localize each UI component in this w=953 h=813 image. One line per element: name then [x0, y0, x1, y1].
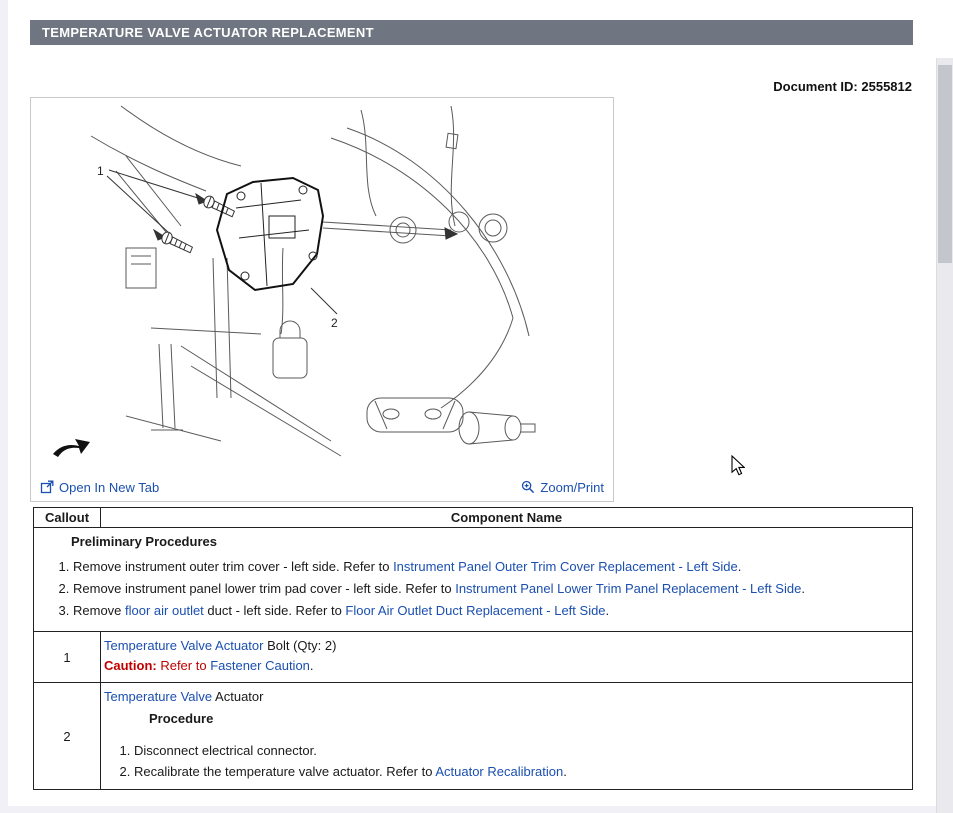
procedure-step-1: Disconnect electrical connector. [134, 741, 906, 760]
preliminary-step-2: Remove instrument panel lower trim pad c… [73, 579, 906, 599]
zoom-print-label: Zoom/Print [540, 480, 604, 495]
ref-link-temperature-valve[interactable]: Temperature Valve [104, 689, 212, 704]
mouse-cursor [731, 455, 745, 476]
ref-link-outer-trim-cover[interactable]: Instrument Panel Outer Trim Cover Replac… [393, 559, 738, 574]
step-text: Remove instrument outer trim cover - lef… [73, 559, 393, 574]
component-cell-1: Temperature Valve Actuator Bolt (Qty: 2)… [101, 632, 913, 683]
step-text: Recalibrate the temperature valve actuat… [134, 764, 435, 779]
preliminary-row: Preliminary Procedures Remove instrument… [34, 528, 913, 632]
scrollbar-thumb[interactable] [938, 65, 952, 263]
figure-line-art: 1 2 [31, 98, 613, 471]
preliminary-cell: Preliminary Procedures Remove instrument… [34, 528, 913, 632]
preliminary-steps: Remove instrument outer trim cover - lef… [37, 557, 906, 621]
ref-link-floor-air-outlet[interactable]: floor air outlet [125, 603, 204, 618]
figure-panel: 1 2 Open In New Tab Zoom/Print [30, 97, 614, 502]
component-cell-2: Temperature Valve Actuator Procedure Dis… [101, 683, 913, 790]
figure-callout-1: 1 [97, 164, 104, 178]
open-in-new-tab-link[interactable]: Open In New Tab [40, 480, 159, 495]
vertical-scrollbar[interactable] [936, 58, 953, 813]
ref-link-actuator-recalibration[interactable]: Actuator Recalibration [435, 764, 563, 779]
callout-number: 1 [34, 632, 101, 683]
callout-column-header: Callout [34, 508, 101, 528]
caution-line: Caution: Refer to Fastener Caution. [104, 656, 906, 676]
step-text: . [563, 764, 567, 779]
step-text: Remove instrument panel lower trim pad c… [73, 581, 455, 596]
component-row-1: 1 Temperature Valve Actuator Bolt (Qty: … [34, 632, 913, 683]
caution-period: . [310, 658, 314, 673]
step-text: . [738, 559, 742, 574]
zoom-print-link[interactable]: Zoom/Print [521, 480, 604, 495]
component-text: Bolt (Qty: 2) [263, 638, 336, 653]
figure-toolbar: Open In New Tab Zoom/Print [31, 477, 613, 497]
procedure-steps: Disconnect electrical connector. Recalib… [104, 741, 906, 781]
component-row-2: 2 Temperature Valve Actuator Procedure D… [34, 683, 913, 790]
step-text: . [801, 581, 805, 596]
page-title: TEMPERATURE VALVE ACTUATOR REPLACEMENT [30, 20, 913, 45]
callout-number: 2 [34, 683, 101, 790]
window-bottom-edge [0, 806, 936, 813]
ref-link-floor-air-outlet-duct[interactable]: Floor Air Outlet Duct Replacement - Left… [345, 603, 605, 618]
technical-illustration: 1 2 [31, 98, 613, 471]
open-in-new-tab-icon [40, 480, 54, 494]
figure-callout-2: 2 [331, 316, 338, 330]
table-header-row: Callout Component Name [34, 508, 913, 528]
zoom-icon [521, 480, 535, 494]
figure-corner-glyph [53, 439, 90, 457]
step-text: Remove [73, 603, 125, 618]
procedure-step-2: Recalibrate the temperature valve actuat… [134, 762, 906, 781]
preliminary-step-1: Remove instrument outer trim cover - lef… [73, 557, 906, 577]
procedure-title: Procedure [149, 709, 906, 729]
component-text: Actuator [212, 689, 263, 704]
preliminary-step-3: Remove floor air outlet duct - left side… [73, 601, 906, 621]
component-table: Callout Component Name Preliminary Proce… [33, 507, 913, 790]
document-id: Document ID: 2555812 [773, 79, 912, 94]
step-text: duct - left side. Refer to [204, 603, 346, 618]
caution-label: Caution: [104, 658, 157, 673]
ref-link-fastener-caution[interactable]: Fastener Caution [210, 658, 310, 673]
window-left-edge [0, 0, 8, 813]
ref-link-lower-trim-panel[interactable]: Instrument Panel Lower Trim Panel Replac… [455, 581, 801, 596]
ref-link-temperature-valve-actuator-bolt[interactable]: Temperature Valve Actuator [104, 638, 263, 653]
step-text: . [606, 603, 610, 618]
component-name-column-header: Component Name [101, 508, 913, 528]
caution-text: Refer to [157, 658, 210, 673]
preliminary-title: Preliminary Procedures [71, 534, 906, 549]
open-in-new-tab-label: Open In New Tab [59, 480, 159, 495]
